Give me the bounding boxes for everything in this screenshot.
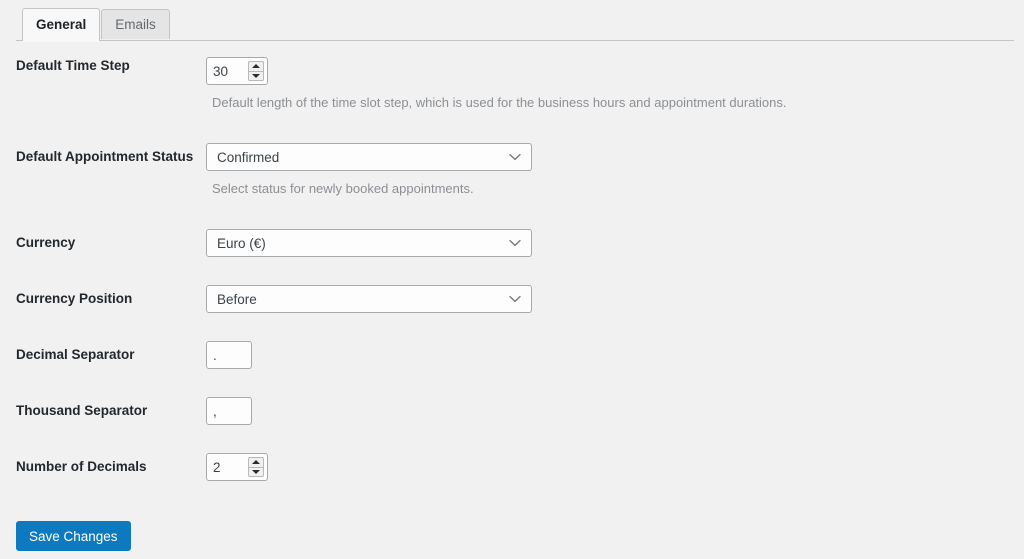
spinner-up-arrow-icon[interactable]	[252, 64, 260, 68]
currency-position-value: Before	[217, 291, 257, 307]
default-appointment-status-select[interactable]: Confirmed	[206, 143, 532, 171]
currency-select-wrap: Euro (€)	[206, 229, 532, 257]
field-currency: Currency Euro (€)	[0, 229, 1024, 257]
spinner-up-arrow-icon[interactable]	[252, 460, 260, 464]
default-appointment-status-value: Confirmed	[217, 149, 280, 165]
currency-position-control: Before	[206, 285, 1024, 313]
thousand-separator-label: Thousand Separator	[16, 403, 148, 418]
field-default-appointment-status: Default Appointment Status Confirmed	[0, 143, 1024, 171]
tab-bar-divider	[16, 40, 1014, 41]
settings-tab-bar: General Emails	[0, 0, 1024, 42]
tab-general-label: General	[36, 17, 87, 33]
default-time-step-number-wrap	[206, 57, 268, 85]
default-time-step-label: Default Time Step	[16, 58, 130, 73]
general-settings-form: Default Time Step Default length of the …	[0, 57, 1024, 551]
field-thousand-separator: Thousand Separator	[0, 397, 1024, 425]
decimal-separator-label: Decimal Separator	[16, 347, 135, 362]
spinner-down-arrow-icon[interactable]	[252, 74, 260, 78]
field-default-time-step: Default Time Step	[0, 57, 1024, 85]
decimal-separator-input[interactable]	[206, 341, 252, 369]
spinner-down-arrow-icon[interactable]	[252, 470, 260, 474]
field-decimal-separator: Decimal Separator	[0, 341, 1024, 369]
tab-strip: General Emails	[22, 0, 1024, 42]
field-number-of-decimals: Number of Decimals	[0, 453, 1024, 481]
currency-position-select-wrap: Before	[206, 285, 532, 313]
field-currency-position: Currency Position Before	[0, 285, 1024, 313]
tab-emails-label: Emails	[115, 16, 156, 32]
decimal-separator-control	[206, 341, 1024, 369]
default-time-step-help: Default length of the time slot step, wh…	[212, 95, 787, 110]
number-of-decimals-control	[206, 453, 1024, 481]
spinner-divider	[249, 466, 263, 468]
default-appointment-status-label: Default Appointment Status	[16, 149, 194, 164]
currency-select[interactable]: Euro (€)	[206, 229, 532, 257]
default-appointment-status-help: Select status for newly booked appointme…	[212, 181, 474, 196]
default-appointment-status-control: Confirmed	[206, 143, 1024, 171]
number-of-decimals-stepper[interactable]	[248, 457, 264, 477]
thousand-separator-control	[206, 397, 1024, 425]
number-of-decimals-label: Number of Decimals	[16, 459, 147, 474]
spinner-divider	[249, 70, 263, 72]
currency-position-select[interactable]: Before	[206, 285, 532, 313]
tab-general[interactable]: General	[22, 8, 101, 42]
save-changes-button[interactable]: Save Changes	[16, 521, 131, 551]
tab-emails[interactable]: Emails	[101, 9, 170, 39]
currency-control: Euro (€)	[206, 229, 1024, 257]
currency-label: Currency	[16, 235, 76, 250]
currency-position-label: Currency Position	[16, 291, 133, 306]
default-appointment-status-select-wrap: Confirmed	[206, 143, 532, 171]
default-time-step-stepper[interactable]	[248, 61, 264, 81]
thousand-separator-input[interactable]	[206, 397, 252, 425]
default-time-step-control	[206, 57, 1024, 85]
number-of-decimals-number-wrap	[206, 453, 268, 481]
currency-value: Euro (€)	[217, 235, 266, 251]
